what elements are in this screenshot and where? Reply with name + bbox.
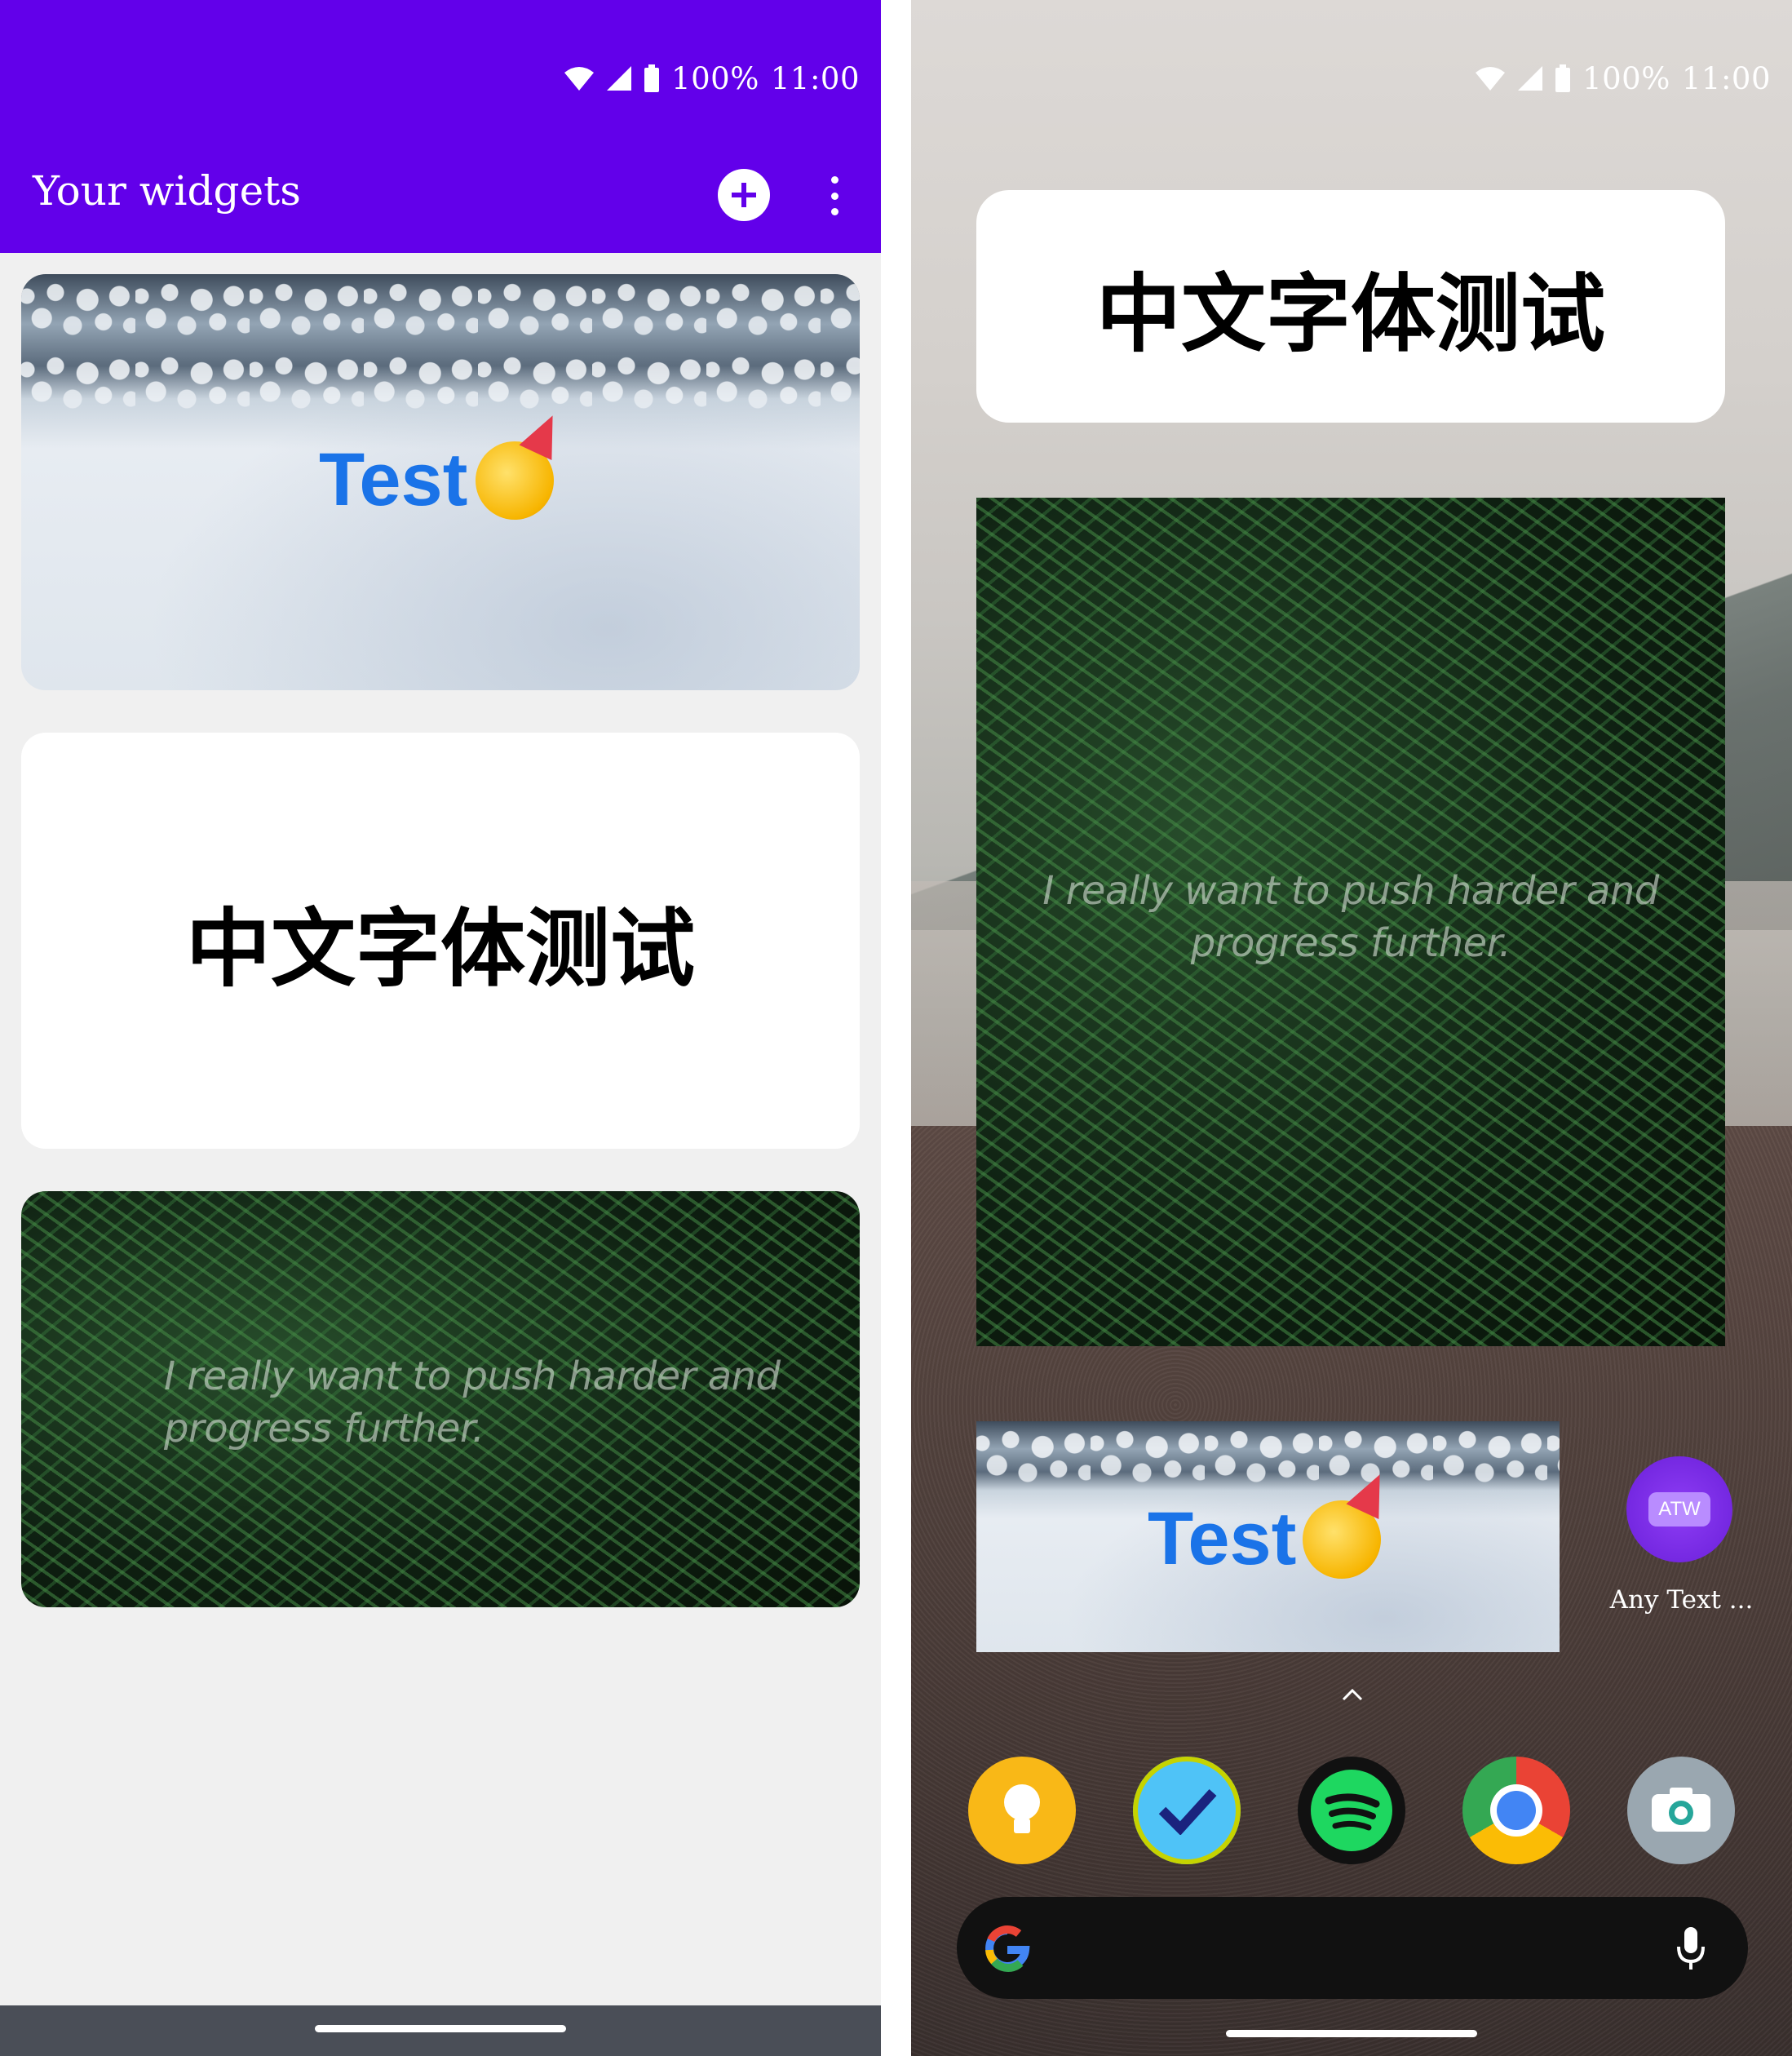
cell-signal-icon bbox=[607, 66, 632, 91]
party-face-emoji-icon bbox=[1303, 1500, 1382, 1579]
app-shortcut-any-text-widget[interactable]: ATW bbox=[1626, 1456, 1732, 1562]
mic-icon[interactable] bbox=[1675, 1924, 1707, 1973]
widget-text: 中文字体测试 bbox=[1095, 264, 1605, 364]
status-bar: 100% 11:00 bbox=[1475, 54, 1771, 103]
navigation-bar bbox=[0, 2005, 881, 2056]
app-shortcut-label: Any Text ... bbox=[1609, 1585, 1754, 1615]
home-widget-chinese[interactable]: 中文字体测试 bbox=[976, 190, 1725, 423]
wifi-icon bbox=[1476, 67, 1506, 91]
left-phone-screen: 100% 11:00 Your widgets Test 中文字体测试 I re… bbox=[0, 0, 881, 2056]
quote-line-2: progress further. bbox=[1190, 920, 1511, 966]
widget-card-fern[interactable]: I really want to push harder and progres… bbox=[21, 1191, 860, 1607]
spotify-icon[interactable] bbox=[1298, 1757, 1405, 1864]
quote-line-1: I really want to push harder and bbox=[164, 1354, 781, 1399]
battery-percent: 100% bbox=[1582, 60, 1670, 96]
cell-signal-icon bbox=[1518, 66, 1543, 91]
plus-icon bbox=[732, 183, 756, 207]
home-gesture-pill[interactable] bbox=[1226, 2030, 1477, 2037]
widget-card-snow[interactable]: Test bbox=[21, 274, 860, 690]
home-widget-fern[interactable]: I really want to push harder and progres… bbox=[976, 498, 1725, 1346]
tasks-icon[interactable] bbox=[1133, 1757, 1241, 1864]
right-phone-home-screen: 100% 11:00 中文字体测试 I really want to push … bbox=[911, 0, 1792, 2056]
quote-line-2: progress further. bbox=[164, 1406, 485, 1451]
chevron-up-icon[interactable] bbox=[1340, 1681, 1365, 1701]
more-vert-icon[interactable] bbox=[820, 171, 849, 220]
quote-line-1: I really want to push harder and bbox=[1042, 868, 1659, 914]
widget-quote: I really want to push harder and progres… bbox=[164, 1350, 781, 1455]
google-logo-icon bbox=[985, 1925, 1030, 1972]
battery-icon bbox=[644, 64, 660, 92]
clock: 11:00 bbox=[770, 60, 860, 96]
camera-icon[interactable] bbox=[1627, 1757, 1735, 1864]
home-widget-snow[interactable]: Test bbox=[976, 1421, 1560, 1652]
battery-percent: 100% bbox=[671, 60, 759, 96]
widget-card-chinese[interactable]: 中文字体测试 bbox=[21, 733, 860, 1149]
google-search-bar[interactable] bbox=[957, 1897, 1748, 1999]
page-title: Your widgets bbox=[33, 167, 301, 215]
clock: 11:00 bbox=[1681, 60, 1771, 96]
status-bar: 100% 11:00 bbox=[564, 54, 860, 103]
chrome-icon[interactable] bbox=[1462, 1757, 1570, 1864]
widget-quote: I really want to push harder and progres… bbox=[976, 865, 1725, 969]
home-gesture-pill[interactable] bbox=[315, 2025, 566, 2032]
add-widget-button[interactable] bbox=[718, 169, 770, 221]
widget-text: Test bbox=[319, 437, 555, 523]
atw-badge: ATW bbox=[1648, 1492, 1710, 1526]
battery-icon bbox=[1555, 64, 1571, 92]
widget-text: 中文字体测试 bbox=[185, 898, 695, 999]
widget-text: Test bbox=[1148, 1496, 1382, 1582]
keep-notes-icon[interactable] bbox=[968, 1757, 1076, 1864]
wifi-icon bbox=[564, 67, 595, 91]
party-face-emoji-icon bbox=[476, 441, 555, 520]
